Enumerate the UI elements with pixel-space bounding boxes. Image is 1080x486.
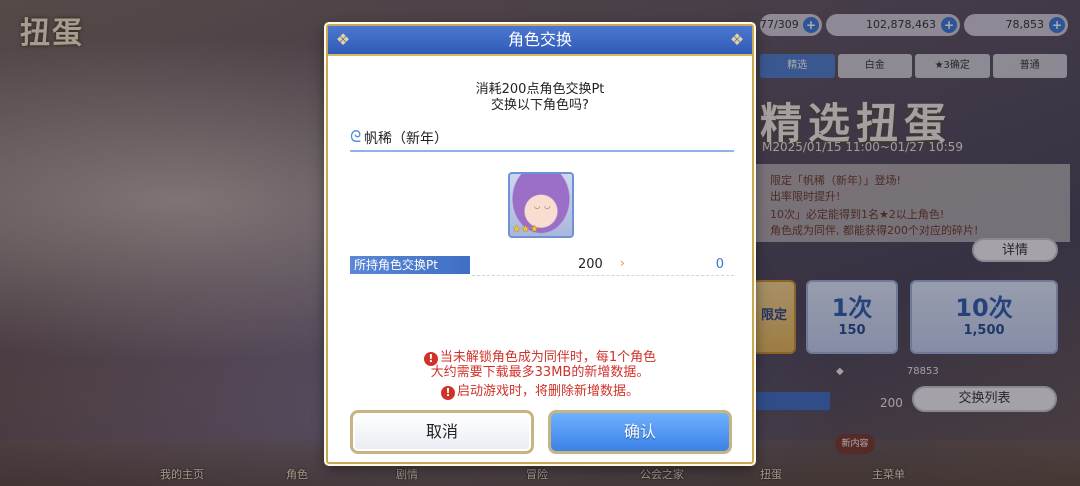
- exchange-pt-row: 所持角色交换Pt 200 › 0: [350, 256, 734, 276]
- swirl-icon: ᘓ: [350, 127, 362, 146]
- download-warning-size: 大约需要下载最多33MB的新增数据。: [430, 365, 650, 380]
- cancel-button[interactable]: 取消: [350, 410, 534, 454]
- pt-label: 所持角色交换Pt: [350, 256, 470, 274]
- character-exchange-dialog: ❖ 角色交换 ❖ 消耗200点角色交换Pt 交换以下角色吗? ᘓ 帆稀（新年） …: [326, 24, 754, 464]
- character-name: 帆稀（新年）: [364, 131, 448, 147]
- warning-icon: !: [423, 352, 438, 366]
- ornament-icon: ❖: [729, 30, 745, 49]
- character-name-row: ᘓ 帆稀（新年）: [350, 126, 734, 152]
- exchange-question-text: 交换以下角色吗?: [491, 98, 589, 113]
- dialog-title: 角色交换: [507, 30, 572, 49]
- dialog-header: ❖ 角色交换 ❖: [328, 26, 752, 56]
- warning-icon: !: [440, 386, 455, 400]
- divider: [472, 275, 734, 276]
- pt-cost: 200: [578, 257, 603, 272]
- delete-data-warning: ! 启动游戏时，将删除新增数据。: [328, 384, 752, 400]
- confirm-button[interactable]: 确认: [548, 410, 732, 454]
- smile-face-icon: ◡◡: [534, 202, 555, 210]
- pt-remaining: 0: [715, 257, 724, 272]
- character-portrait: ◡◡ ★★★: [508, 172, 574, 238]
- arrow-right-icon: ›: [620, 256, 625, 270]
- star-rating: ★★★: [512, 224, 539, 235]
- download-warning: ! 当未解锁角色成为同伴时，每1个角色: [328, 350, 752, 366]
